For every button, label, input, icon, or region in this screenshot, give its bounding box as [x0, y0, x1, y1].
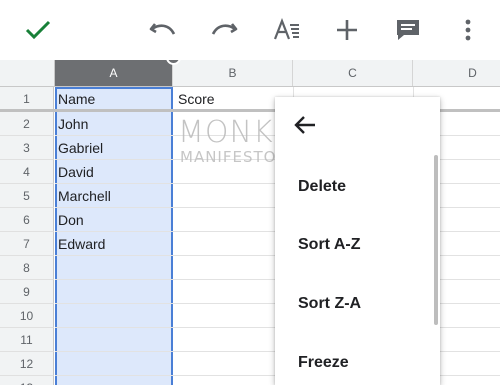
menu-item-sort-z-a[interactable]: Sort Z-A — [298, 295, 361, 313]
row-header[interactable]: 6 — [0, 208, 54, 232]
toolbar — [0, 0, 500, 60]
undo-icon[interactable] — [143, 10, 183, 50]
cell-a2[interactable]: John — [55, 112, 173, 136]
row-header[interactable]: 4 — [0, 160, 54, 184]
select-all-corner[interactable] — [0, 60, 55, 86]
add-icon[interactable] — [327, 10, 367, 50]
row-header[interactable]: 13 — [0, 376, 54, 385]
row-header[interactable]: 9 — [0, 280, 54, 304]
row-header[interactable]: 11 — [0, 328, 54, 352]
menu-item-sort-a-z[interactable]: Sort A-Z — [298, 236, 361, 254]
row-header[interactable]: 5 — [0, 184, 54, 208]
cell-a6[interactable]: Don — [55, 208, 173, 232]
column-context-menu: Delete Sort A-Z Sort Z-A Freeze — [275, 97, 440, 385]
redo-icon[interactable] — [204, 10, 244, 50]
arrow-back-icon[interactable] — [291, 111, 319, 139]
column-headers: A B C D — [0, 60, 500, 87]
row-header[interactable]: 2 — [0, 112, 54, 136]
cell-a7[interactable]: Edward — [55, 232, 173, 256]
comment-icon[interactable] — [388, 10, 428, 50]
cell-a4[interactable]: David — [55, 160, 173, 184]
menu-item-freeze[interactable]: Freeze — [298, 354, 349, 372]
column-header-b[interactable]: B — [173, 60, 293, 86]
row-header[interactable]: 10 — [0, 304, 54, 328]
column-header-c[interactable]: C — [293, 60, 413, 86]
check-icon[interactable] — [18, 10, 58, 50]
menu-scrollbar[interactable] — [434, 155, 438, 325]
row-header[interactable]: 1 — [0, 87, 54, 111]
more-vert-icon[interactable] — [448, 10, 488, 50]
cell-a1[interactable]: Name — [55, 87, 173, 111]
column-header-a[interactable]: A — [55, 60, 173, 86]
cell-a3[interactable]: Gabriel — [55, 136, 173, 160]
row-header[interactable]: 3 — [0, 136, 54, 160]
column-header-d[interactable]: D — [413, 60, 500, 86]
cell-a5[interactable]: Marchell — [55, 184, 173, 208]
text-format-icon[interactable] — [267, 10, 307, 50]
row-header[interactable]: 8 — [0, 256, 54, 280]
row-header[interactable]: 7 — [0, 232, 54, 256]
menu-item-delete[interactable]: Delete — [298, 178, 346, 196]
row-header[interactable]: 12 — [0, 352, 54, 376]
